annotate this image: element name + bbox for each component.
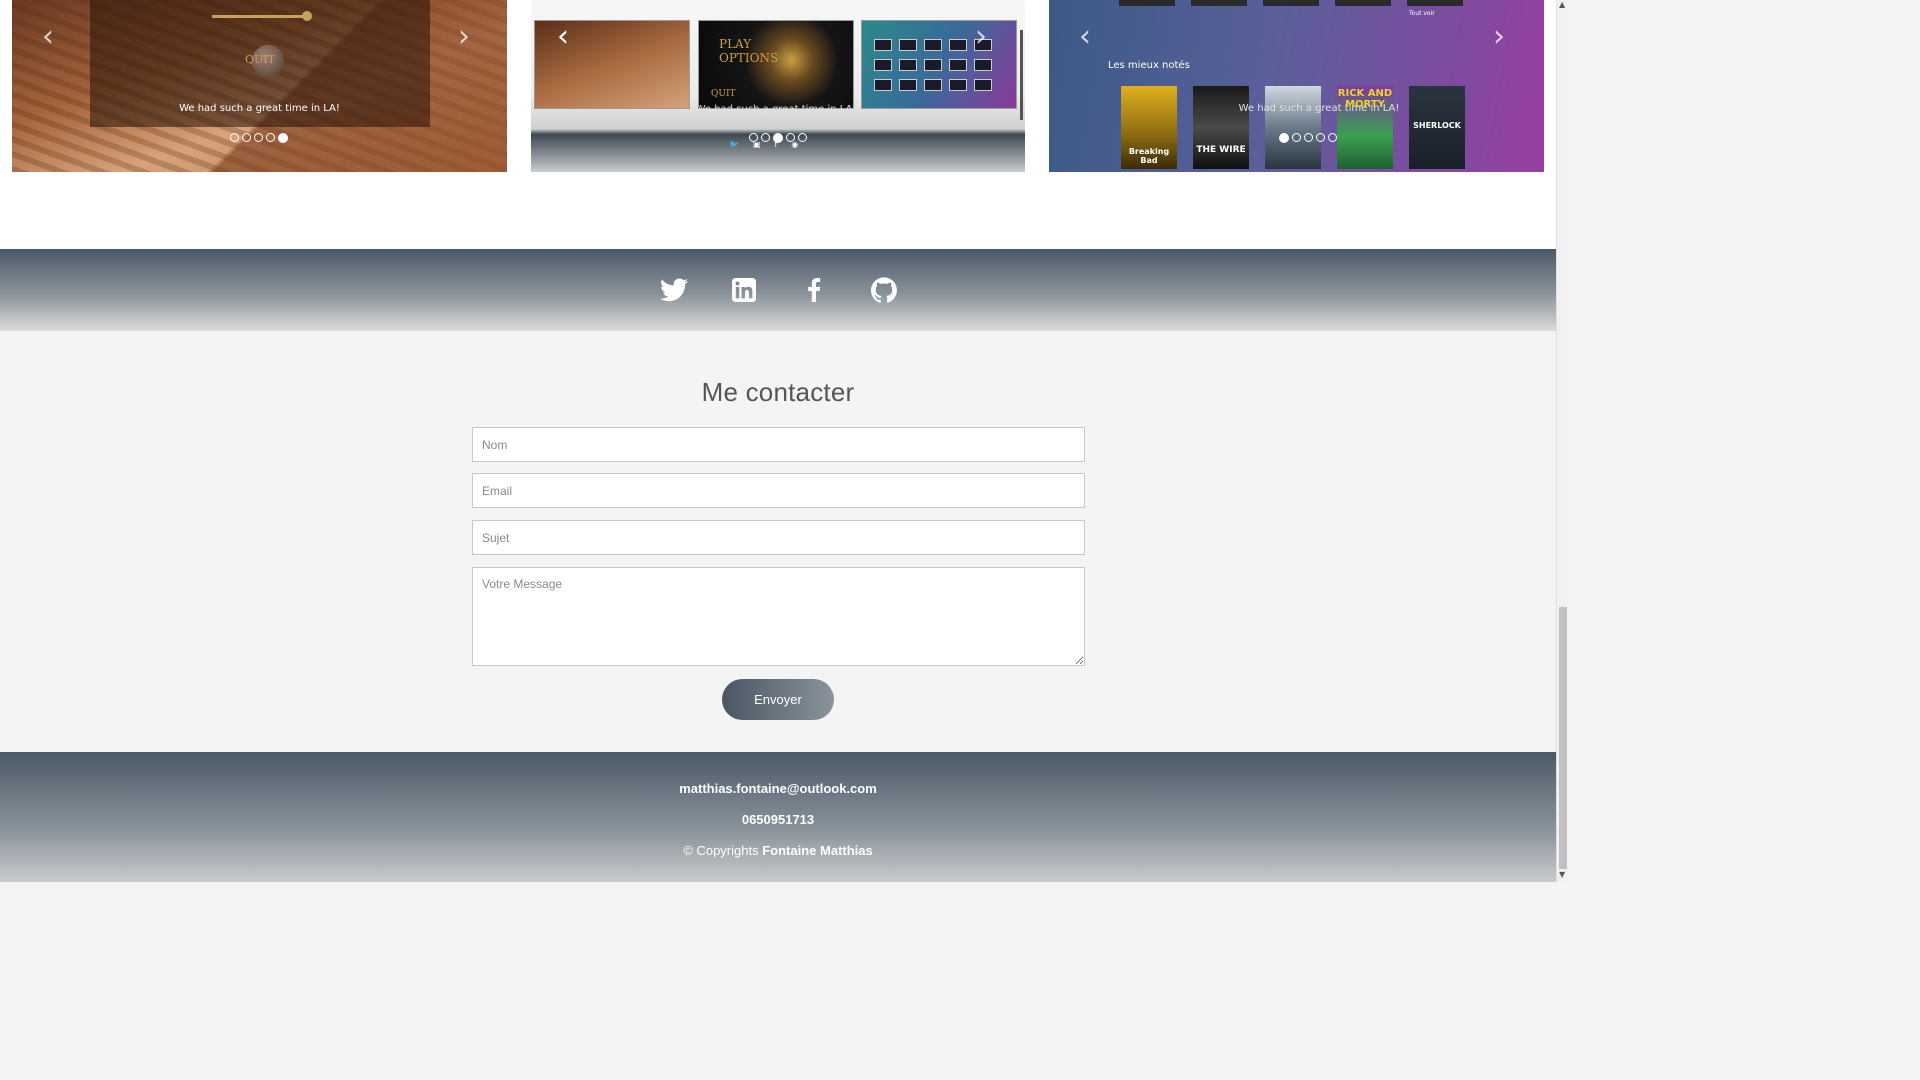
poster-sherlock: SHERLOCK <box>1409 86 1465 169</box>
mini-facebook-icon: f <box>774 140 778 149</box>
copyright-name: Fontaine Matthias <box>762 843 873 858</box>
slide-thumbnail-grid <box>861 20 1017 109</box>
projects-section: QUIT We had such a great time in LA! ‹ ›… <box>0 0 1556 249</box>
poster-breaking-bad: Breaking Bad <box>1121 86 1177 169</box>
carousel-indicators <box>230 133 288 143</box>
send-button[interactable]: Envoyer <box>722 679 834 720</box>
footer: matthias.fontaine@outlook.com 0650951713… <box>0 752 1556 882</box>
footer-copyright: © Copyrights Fontaine Matthias <box>0 843 1556 858</box>
carousel-dot[interactable] <box>230 133 239 142</box>
poster-game-of-thrones <box>1265 86 1321 169</box>
footer-phone[interactable]: 0650951713 <box>0 812 1556 827</box>
slide-thumbnail-menu: PLAY OPTIONS QUIT <box>698 20 854 109</box>
linkedin-icon[interactable] <box>729 275 759 305</box>
carousel-dot[interactable] <box>1292 133 1301 142</box>
subject-field[interactable] <box>472 520 1085 555</box>
carousel-caption: We had such a great time in LA! <box>1238 103 1400 114</box>
carousel-caption: We had such a great time in LA! <box>179 103 340 114</box>
scroll-up-arrow-icon[interactable]: ▲ <box>1559 0 1565 9</box>
mini-linkedin-icon: ▣ <box>752 140 761 149</box>
project-carousel-3[interactable]: Tout voir Les mieux notés Breaking Bad T… <box>1049 0 1544 172</box>
top-poster-strip <box>1119 0 1463 6</box>
footer-email[interactable]: matthias.fontaine@outlook.com <box>0 781 1556 796</box>
carousel-dot-active[interactable] <box>1279 133 1289 143</box>
carousel-caption: We had such a great time in LA! <box>695 104 857 115</box>
project-carousel-1[interactable]: QUIT We had such a great time in LA! ‹ › <box>12 0 507 172</box>
facebook-icon[interactable] <box>799 275 829 305</box>
social-links-bar <box>0 249 1556 331</box>
poster-rick-and-morty: RICK AND MORTY <box>1337 86 1393 169</box>
contact-title: Me contacter <box>701 377 855 407</box>
twitter-icon[interactable] <box>659 275 689 305</box>
carousel-dot[interactable] <box>1304 133 1313 142</box>
carousel-dot[interactable] <box>266 133 275 142</box>
poster-the-wire: THE WIRE <box>1193 86 1249 169</box>
carousel-next-arrow[interactable]: › <box>1493 22 1505 52</box>
message-field[interactable] <box>472 567 1085 666</box>
carousel-dot[interactable] <box>1316 133 1325 142</box>
carousel-prev-arrow[interactable]: ‹ <box>42 22 54 52</box>
project-carousel-2[interactable]: PLAY OPTIONS QUIT We had such a great ti… <box>531 0 1025 172</box>
copyright-prefix: © Copyrights <box>683 843 759 858</box>
poster-row: Breaking Bad THE WIRE RICK AND MORTY SHE… <box>1121 86 1465 169</box>
carousel-next-arrow[interactable]: › <box>458 22 470 52</box>
carousel-dot[interactable] <box>254 133 263 142</box>
email-field[interactable] <box>472 473 1085 508</box>
mini-twitter-icon: 🐦 <box>729 140 739 149</box>
carousel-dot[interactable] <box>798 133 807 142</box>
carousel-prev-arrow[interactable]: ‹ <box>557 22 569 52</box>
see-all-link: Tout voir <box>1409 10 1435 17</box>
thumb-quit-label: QUIT <box>711 89 736 99</box>
scroll-down-arrow-icon[interactable]: ▼ <box>1559 870 1565 879</box>
carousel-indicators <box>1279 133 1337 143</box>
game-quit-label: QUIT <box>245 53 275 66</box>
mini-social-icons: 🐦 ▣ f ◉ <box>729 140 798 149</box>
scrollbar-thumb[interactable] <box>1559 607 1567 869</box>
github-icon[interactable] <box>869 275 899 305</box>
volume-slider-knob <box>302 11 312 21</box>
carousel-dot[interactable] <box>242 133 251 142</box>
volume-slider-track <box>212 15 307 18</box>
mini-github-icon: ◉ <box>791 140 799 149</box>
contact-section: Me contacter Envoyer <box>0 331 1556 752</box>
section-label: Les mieux notés <box>1108 60 1190 71</box>
carousel-dot[interactable] <box>1328 133 1337 142</box>
thumb-play-label: PLAY OPTIONS <box>719 37 779 65</box>
page-scrollbar[interactable]: ▲ ▼ <box>1556 0 1568 882</box>
name-field[interactable] <box>472 427 1085 462</box>
carousel-prev-arrow[interactable]: ‹ <box>1079 22 1091 52</box>
carousel-next-arrow[interactable]: › <box>975 22 987 52</box>
slide-scrollbar <box>1020 30 1023 120</box>
carousel-dot-active[interactable] <box>278 133 288 143</box>
